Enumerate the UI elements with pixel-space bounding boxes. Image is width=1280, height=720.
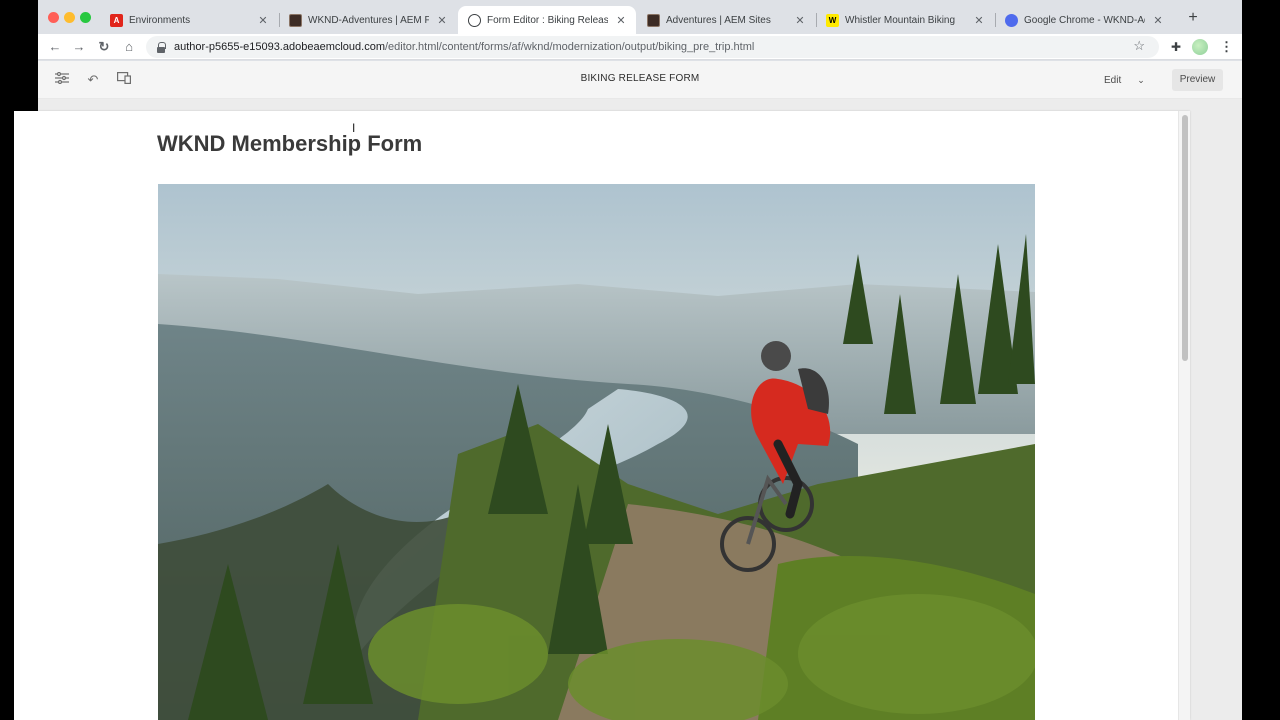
chevron-down-icon: ⌄ — [1137, 74, 1145, 85]
tab-environments[interactable]: A Environments ✕ — [100, 6, 278, 34]
hero-image[interactable] — [158, 184, 1035, 720]
close-tab-icon[interactable]: ✕ — [614, 14, 628, 27]
tab-whistler-biking[interactable]: W Whistler Mountain Biking ✕ — [816, 6, 994, 34]
adobe-icon: A — [110, 13, 123, 27]
close-tab-icon[interactable]: ✕ — [972, 14, 986, 27]
tab-wknd-adventures-forms[interactable]: WKND-Adventures | AEM Forms ✕ — [279, 6, 457, 34]
forward-arrow-icon[interactable]: → — [70, 38, 88, 56]
close-tab-icon[interactable]: ✕ — [256, 14, 270, 27]
close-tab-icon[interactable]: ✕ — [435, 14, 449, 27]
browser-toolbar: ← → ↻ ⌂ author-p5655-e15093.adobeaemclou… — [38, 34, 1242, 60]
chrome-gear-icon — [1005, 13, 1018, 27]
mode-select[interactable]: Edit ⌄ — [1104, 69, 1145, 91]
preview-button[interactable]: Preview — [1172, 69, 1223, 91]
tab-adventures-sites[interactable]: Adventures | AEM Sites ✕ — [637, 6, 815, 34]
wknd-icon: W — [826, 13, 839, 27]
document-title: BIKING RELEASE FORM — [580, 73, 700, 84]
close-tab-icon[interactable]: ✕ — [1151, 14, 1165, 27]
home-icon[interactable]: ⌂ — [120, 38, 138, 56]
address-bar[interactable]: author-p5655-e15093.adobeaemcloud.com/ed… — [146, 36, 1159, 58]
form-page: WKND Membership Form I — [14, 111, 1190, 720]
close-tab-icon[interactable]: ✕ — [793, 14, 807, 27]
canvas-scrollbar[interactable] — [1178, 111, 1190, 720]
bookmark-star-icon[interactable]: ☆ — [1133, 38, 1145, 54]
maximize-window-button[interactable] — [80, 12, 91, 23]
back-arrow-icon[interactable]: ← — [46, 38, 64, 56]
form-heading[interactable]: WKND Membership Form — [157, 131, 422, 157]
tab-strip: A Environments ✕ WKND-Adventures | AEM F… — [38, 0, 1242, 34]
extensions-puzzle-icon[interactable]: ✚ — [1168, 39, 1184, 55]
minimize-window-button[interactable] — [64, 12, 75, 23]
close-window-button[interactable] — [48, 12, 59, 23]
mode-select-value: Edit — [1104, 74, 1122, 86]
tab-form-editor[interactable]: Form Editor : Biking Release Form ✕ — [458, 6, 636, 34]
globe-icon — [468, 13, 481, 27]
profile-avatar[interactable] — [1192, 39, 1208, 55]
more-menu-icon[interactable]: ⋮ — [1220, 38, 1233, 56]
scrollbar-thumb[interactable] — [1182, 115, 1188, 361]
aem-icon — [647, 13, 660, 27]
reload-icon[interactable]: ↻ — [95, 38, 113, 56]
tab-google-chrome-wknd[interactable]: Google Chrome - WKND-Adventures ✕ — [995, 6, 1173, 34]
new-tab-button[interactable]: + — [1184, 9, 1202, 27]
url-text: author-p5655-e15093.adobeaemcloud.com/ed… — [174, 41, 755, 53]
aem-icon — [289, 13, 302, 27]
lock-icon[interactable] — [156, 41, 166, 53]
editor-header: ↶ BIKING RELEASE FORM Edit ⌄ Preview — [38, 61, 1242, 99]
text-cursor-icon: I — [352, 121, 356, 135]
